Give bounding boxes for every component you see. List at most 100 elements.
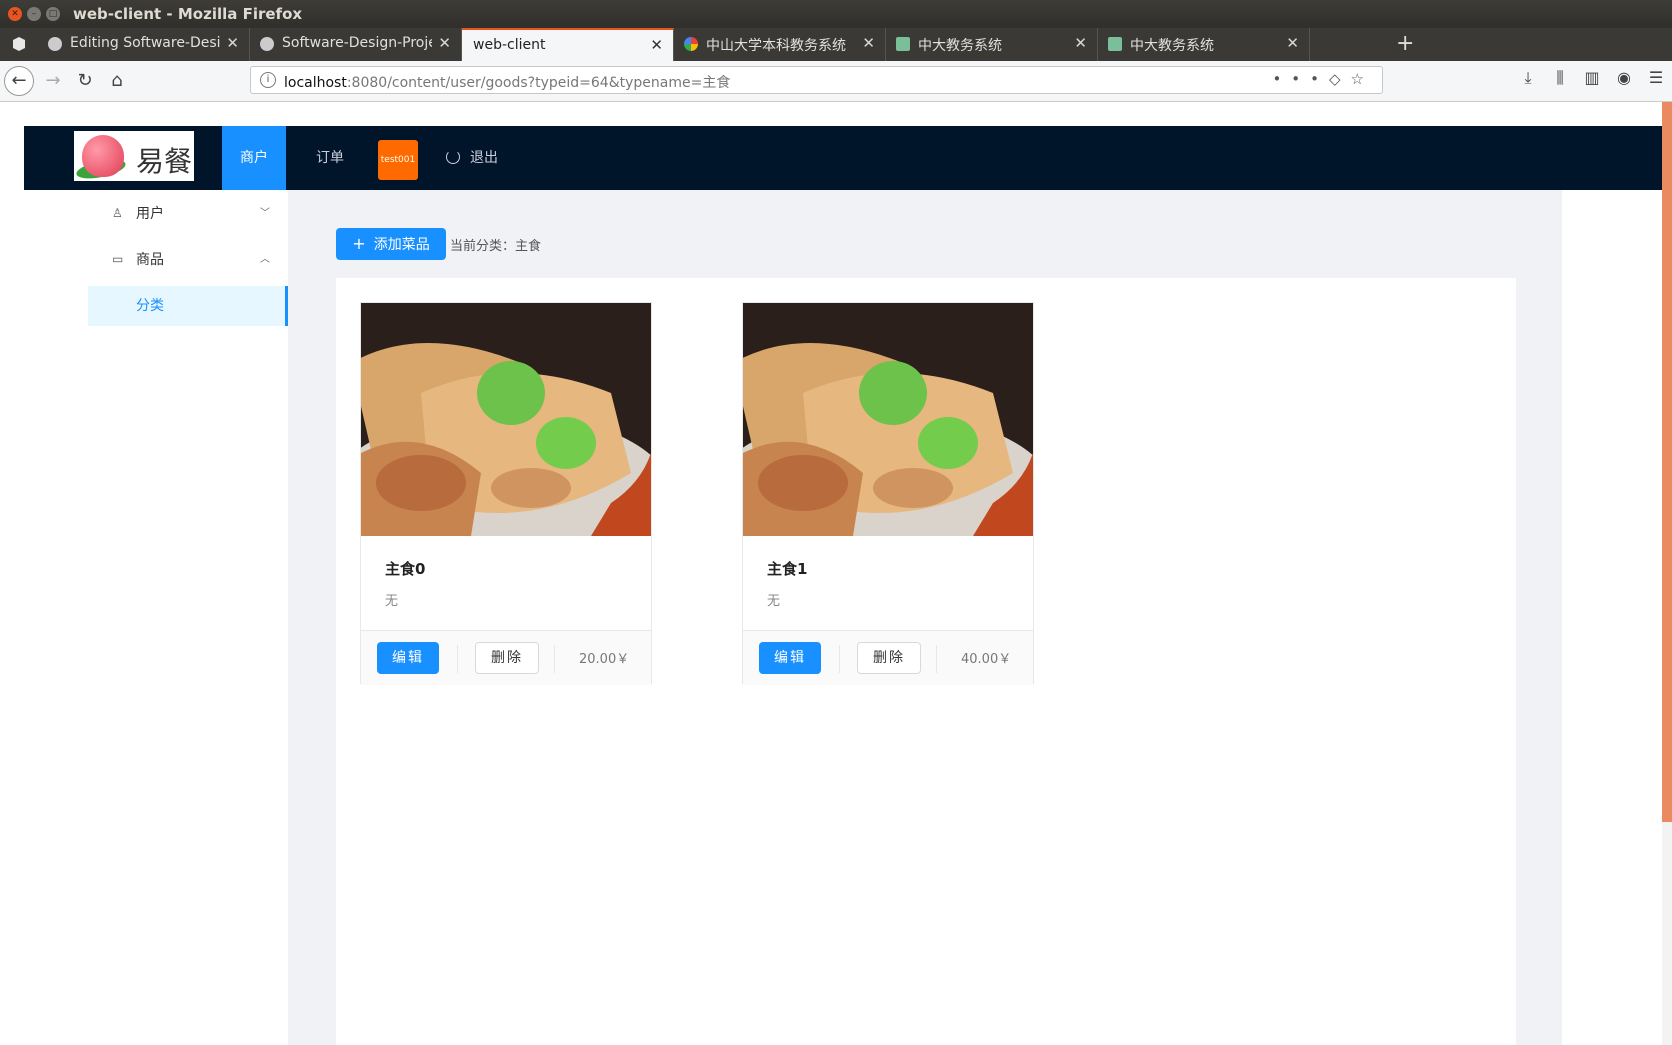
account-icon[interactable]: ◉ — [1608, 68, 1640, 87]
github-icon — [48, 37, 62, 51]
card-body: 主食0 无 — [361, 536, 651, 630]
card-actions: 编辑 删除 20.00￥ — [361, 630, 651, 685]
toolbar-icons: ⤓ ⫼ ▥ ◉ ☰ — [1512, 68, 1672, 88]
scrollbar[interactable] — [1662, 102, 1672, 1045]
tab-sysu-jwxt[interactable]: 中山大学本科教务系统 - ( ✕ — [674, 28, 886, 61]
window-close-button[interactable]: ✕ — [8, 7, 22, 21]
main-content: + 添加菜品 当前分类：主食 主食0 无 编辑 删除 20.00￥ 主食1 无 … — [288, 190, 1562, 1045]
url-bar[interactable]: i localhost:8080/content/user/goods?type… — [250, 66, 1383, 94]
sidebar-item-label: 分类 — [136, 298, 164, 314]
goods-card: 主食1 无 编辑 删除 40.00￥ — [742, 302, 1034, 685]
app-header: 易餐 商户 订单 test001 退出 — [24, 126, 1662, 190]
sidebar-item-users[interactable]: ♙ 用户 ﹀ — [88, 194, 288, 234]
current-category: 当前分类：主食 — [450, 239, 542, 254]
info-icon[interactable]: i — [260, 72, 276, 88]
sidebar-item-goods[interactable]: ▭ 商品 ︿ — [88, 240, 288, 280]
tab-label: web-client — [473, 37, 546, 53]
sidebar-item-category[interactable]: 分类 — [88, 286, 288, 326]
tab-editing-software[interactable]: Editing Software-Desigr ✕ — [38, 28, 250, 61]
close-icon[interactable]: ✕ — [1286, 34, 1299, 52]
library-icon[interactable]: ⫼ — [1544, 68, 1576, 88]
pocket-icon[interactable]: ◇ — [1329, 70, 1351, 88]
user-icon: ♙ — [112, 206, 123, 220]
window-minimize-button[interactable]: – — [27, 7, 41, 21]
dish-price: 20.00￥ — [579, 652, 630, 667]
tab-web-client[interactable]: web-client ✕ — [462, 28, 674, 61]
chevron-down-icon: ﹀ — [260, 208, 270, 219]
dish-name: 主食1 — [767, 560, 808, 578]
tab-sysu-system-1[interactable]: 中大教务系统 ✕ — [886, 28, 1098, 61]
url-host: localhost — [284, 75, 347, 91]
goods-panel: 主食0 无 编辑 删除 20.00￥ 主食1 无 编辑 删除 40.00￥ — [336, 278, 1516, 1045]
plus-icon: + — [352, 234, 366, 253]
dish-image — [743, 303, 1033, 536]
tab-label: 中大教务系统 — [918, 38, 1002, 54]
url-path: :8080/content/user/goods?typeid=64&typen… — [346, 75, 731, 91]
laptop-icon: ▭ — [112, 252, 124, 266]
divider — [554, 645, 555, 673]
tab-bar: Editing Software-Desigr ✕ Software-Desig… — [0, 28, 1672, 61]
google-icon — [684, 37, 698, 51]
sysu-icon — [1108, 37, 1122, 51]
logo-peach — [82, 135, 124, 177]
dish-image — [361, 303, 651, 536]
close-icon[interactable]: ✕ — [650, 36, 663, 54]
delete-button[interactable]: 删除 — [475, 642, 539, 674]
divider — [457, 645, 458, 673]
edit-button[interactable]: 编辑 — [759, 642, 821, 674]
sysu-icon — [896, 37, 910, 51]
close-icon[interactable]: ✕ — [1074, 34, 1087, 52]
sidebar: ♙ 用户 ﹀ ▭ 商品 ︿ 分类 — [88, 190, 289, 1045]
url-actions: •••◇☆ — [1272, 70, 1374, 88]
menu-icon[interactable]: ☰ — [1640, 68, 1672, 87]
close-icon[interactable]: ✕ — [862, 34, 875, 52]
bookmark-star-icon[interactable]: ☆ — [1351, 70, 1374, 88]
dish-price: 40.00￥ — [961, 652, 1012, 667]
add-dish-label: 添加菜品 — [373, 237, 430, 253]
reload-icon[interactable]: ↻ — [72, 68, 98, 94]
scrollbar-thumb[interactable] — [1662, 102, 1672, 822]
tab-label: Software-Design-Projec — [282, 35, 432, 51]
tab-label: Editing Software-Desigr — [70, 35, 220, 51]
close-icon[interactable]: ✕ — [226, 34, 239, 52]
logout-label: 退出 — [470, 150, 498, 166]
divider — [839, 645, 840, 673]
downloads-icon[interactable]: ⤓ — [1512, 68, 1544, 88]
logout-icon — [446, 150, 460, 164]
tab-sysu-system-2[interactable]: 中大教务系统 ✕ — [1098, 28, 1310, 61]
dish-description: 无 — [385, 594, 399, 609]
new-tab-icon[interactable]: + — [1396, 31, 1414, 56]
home-icon[interactable]: ⌂ — [104, 68, 130, 94]
back-arrow-icon[interactable]: ← — [4, 66, 34, 96]
sidebar-item-label: 用户 — [136, 206, 164, 222]
user-avatar[interactable]: test001 — [378, 140, 418, 180]
goods-card: 主食0 无 编辑 删除 20.00￥ — [360, 302, 652, 685]
firefox-view-icon[interactable] — [11, 36, 27, 52]
dish-description: 无 — [767, 594, 781, 609]
window-maximize-button[interactable]: □ — [46, 7, 60, 21]
edit-button[interactable]: 编辑 — [377, 642, 439, 674]
nav-logout[interactable]: 退出 — [436, 126, 508, 190]
url-text: localhost:8080/content/user/goods?typeid… — [284, 72, 730, 92]
tab-label: 中山大学本科教务系统 - ( — [706, 38, 851, 54]
web-page: 易餐 商户 订单 test001 退出 ♙ 用户 ﹀ ▭ 商品 ︿ 分类 + 添加… — [0, 102, 1672, 1045]
nav-orders[interactable]: 订单 — [294, 126, 366, 190]
sidebar-item-label: 商品 — [136, 252, 164, 268]
more-actions-icon[interactable]: ••• — [1272, 70, 1329, 88]
tab-software-design-project[interactable]: Software-Design-Projec ✕ — [250, 28, 462, 61]
add-dish-button[interactable]: + 添加菜品 — [336, 228, 446, 260]
divider — [936, 645, 937, 673]
window-titlebar: ✕ – □ web-client - Mozilla Firefox — [0, 0, 1672, 28]
forward-arrow-icon[interactable]: → — [40, 68, 66, 94]
chevron-up-icon: ︿ — [260, 254, 270, 265]
nav-merchant[interactable]: 商户 — [222, 126, 286, 190]
delete-button[interactable]: 删除 — [857, 642, 921, 674]
logo-text: 易餐 — [136, 145, 193, 178]
close-icon[interactable]: ✕ — [438, 34, 451, 52]
tab-label: 中大教务系统 — [1130, 38, 1214, 54]
sidebar-icon[interactable]: ▥ — [1576, 68, 1608, 87]
card-body: 主食1 无 — [743, 536, 1033, 630]
card-actions: 编辑 删除 40.00￥ — [743, 630, 1033, 685]
dish-name: 主食0 — [385, 560, 426, 578]
window-title: web-client - Mozilla Firefox — [73, 5, 303, 23]
